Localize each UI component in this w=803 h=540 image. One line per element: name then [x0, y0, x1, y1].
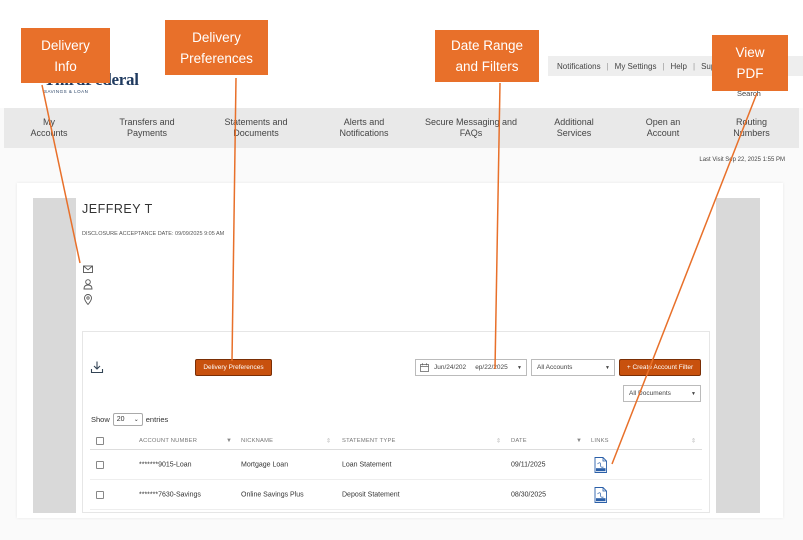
nav-transfers[interactable]: Transfers and Payments — [94, 108, 200, 148]
nav-label: Additional Services — [554, 117, 594, 138]
disclosure-date: DISCLOSURE ACCEPTANCE DATE: 09/09/2025 9… — [82, 231, 225, 237]
nav-statements[interactable]: Statements and Documents — [200, 108, 312, 148]
main-nav: My Accounts Transfers and Payments State… — [4, 108, 799, 148]
sort-icon[interactable]: ⇕ — [326, 437, 331, 444]
account-number: *******7630-Savings — [139, 491, 201, 498]
chevron-down-icon: ▼ — [605, 364, 610, 371]
nav-my-accounts[interactable]: My Accounts — [4, 108, 94, 148]
nickname: Online Savings Plus — [241, 491, 304, 498]
table-header: ACCOUNT NUMBER ▼ NICKNAME ⇕ STATEMENT TY… — [90, 432, 702, 450]
notifications-link[interactable]: Notifications — [557, 62, 601, 71]
chevron-down-icon: ⌄ — [133, 417, 139, 423]
nav-label: Alerts and Notifications — [339, 117, 389, 138]
nav-label: Open an Account — [645, 117, 681, 138]
left-gutter — [33, 198, 76, 513]
nickname: Mortgage Loan — [241, 461, 289, 468]
top-header: ThirdFederal SAVINGS & LOAN Notification… — [0, 0, 803, 108]
right-gutter — [716, 198, 760, 513]
profile-name: JEFFREY T — [82, 202, 153, 216]
callout-date-range: Date Range and Filters — [435, 30, 539, 82]
pdf-icon[interactable] — [594, 486, 607, 503]
documents-select-value: All Documents — [629, 390, 671, 397]
show-entries: Show 20 ⌄ entries — [91, 413, 168, 426]
table-row: *******7630-Savings Online Savings Plus … — [90, 480, 702, 510]
entries-value: 20 — [116, 416, 125, 423]
nav-open-account[interactable]: Open an Account — [622, 108, 704, 148]
create-account-filter-button[interactable]: + Create Account Filter — [619, 359, 701, 376]
statement-type: Deposit Statement — [342, 491, 400, 498]
callout-delivery-info: Delivery Info — [21, 28, 110, 83]
table-row: *******9015-Loan Mortgage Loan Loan Stat… — [90, 450, 702, 480]
calendar-icon — [420, 363, 429, 372]
sort-icon[interactable]: ⇕ — [691, 437, 696, 444]
select-all-checkbox[interactable] — [96, 436, 104, 445]
location-pin-icon[interactable] — [82, 293, 94, 305]
callout-delivery-preferences: Delivery Preferences — [165, 20, 268, 75]
pdf-icon[interactable] — [594, 456, 607, 473]
sort-icon[interactable]: ⇕ — [496, 437, 501, 444]
nav-label: Routing Numbers — [733, 117, 770, 138]
documents-select[interactable]: All Documents ▼ — [623, 385, 701, 402]
col-links[interactable]: LINKS — [591, 438, 609, 444]
nav-label: Secure Messaging and FAQs — [424, 117, 518, 138]
separator: | — [606, 61, 609, 71]
download-icon[interactable] — [90, 360, 104, 374]
accounts-select-value: All Accounts — [537, 364, 573, 371]
accounts-select[interactable]: All Accounts ▼ — [531, 359, 615, 376]
last-visit: Last Visit Sep 22, 2025 1:55 PM — [699, 157, 785, 163]
mail-icon[interactable] — [82, 263, 94, 275]
nav-alerts[interactable]: Alerts and Notifications — [312, 108, 416, 148]
entries-label: entries — [145, 415, 169, 424]
col-account-number[interactable]: ACCOUNT NUMBER — [139, 438, 197, 444]
entries-select[interactable]: 20 ⌄ — [112, 413, 143, 426]
col-date[interactable]: DATE — [511, 438, 527, 444]
nav-label: My Accounts — [30, 117, 68, 138]
col-statement-type[interactable]: STATEMENT TYPE — [342, 438, 396, 444]
statement-type: Loan Statement — [342, 461, 392, 468]
person-icon[interactable] — [82, 278, 94, 290]
sort-desc-icon[interactable]: ▼ — [576, 438, 582, 444]
chevron-down-icon: ▼ — [517, 364, 522, 371]
nav-secure-messaging[interactable]: Secure Messaging and FAQs — [416, 108, 526, 148]
statement-date: 09/11/2025 — [511, 461, 546, 468]
show-label: Show — [91, 415, 110, 424]
sort-desc-icon[interactable]: ▼ — [226, 438, 232, 444]
separator: | — [662, 61, 665, 71]
nav-label: Statements and Documents — [224, 117, 288, 138]
account-number: *******9015-Loan — [139, 461, 192, 468]
row-checkbox[interactable] — [96, 460, 104, 469]
help-link[interactable]: Help — [671, 62, 687, 71]
callout-view-pdf: View PDF — [712, 35, 788, 91]
col-nickname[interactable]: NICKNAME — [241, 438, 273, 444]
date-range-input[interactable]: Jun/24/202 ep/22/2025 ▼ — [415, 359, 527, 376]
nav-additional-services[interactable]: Additional Services — [526, 108, 622, 148]
statements-table: ACCOUNT NUMBER ▼ NICKNAME ⇕ STATEMENT TY… — [90, 432, 702, 510]
chevron-down-icon: ▼ — [691, 390, 696, 397]
row-checkbox[interactable] — [96, 490, 104, 499]
statement-date: 08/30/2025 — [511, 491, 547, 498]
nav-routing-numbers[interactable]: Routing Numbers — [704, 108, 799, 148]
my-settings-link[interactable]: My Settings — [615, 62, 657, 71]
date-range-value: Jun/24/202 ep/22/2025 — [434, 364, 508, 371]
nav-label: Transfers and Payments — [119, 117, 175, 138]
delivery-preferences-button[interactable]: Delivery Preferences — [195, 359, 272, 376]
separator: | — [692, 61, 696, 71]
